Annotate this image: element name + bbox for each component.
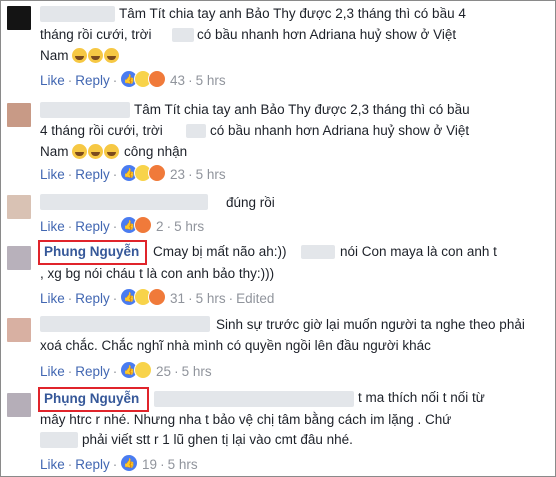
- redacted-name: [186, 124, 206, 138]
- avatar[interactable]: [7, 393, 31, 417]
- comment-text-line: mây htrc r nhé. Nhưng nha t bảo vệ chị t…: [40, 412, 452, 427]
- laughing-emoji-icon: [104, 144, 120, 159]
- comment-actions: Like · Reply · 👍 43 · 5 hrs: [40, 70, 226, 90]
- comment-text-line: 4 tháng rồi cưới, trời: [40, 123, 163, 138]
- like-button[interactable]: Like: [40, 219, 65, 234]
- like-icon: 👍: [120, 454, 139, 472]
- comment-text-line: xoá chắc. Chắc nghĩ nhà mình có quyền ng…: [40, 338, 431, 353]
- comment-actions: Like · Reply · 👍 31 · 5 hrs · Edited: [40, 288, 274, 308]
- comment-text-line: nói Con maya là con anh t: [340, 244, 497, 259]
- name-highlight-box: [38, 387, 149, 412]
- angry-icon: [148, 164, 167, 182]
- edited-label[interactable]: Edited: [236, 291, 274, 306]
- comment-actions: Like · Reply · 👍 25 · 5 hrs: [40, 361, 212, 381]
- comment-text-line: , xg bg nói cháu t là con anh bảo thy:))…: [40, 266, 275, 281]
- redacted-name: [40, 432, 78, 448]
- timestamp[interactable]: 5 hrs: [174, 219, 204, 234]
- laughing-emoji-icon: [104, 48, 120, 63]
- sad-icon: [134, 361, 153, 379]
- reply-button[interactable]: Reply: [75, 167, 110, 182]
- redacted-name: [154, 391, 354, 407]
- like-button[interactable]: Like: [40, 364, 65, 379]
- timestamp[interactable]: 5 hrs: [196, 73, 226, 88]
- comment-text-line: Cmay bị mất não ah:)): [153, 244, 287, 259]
- reply-button[interactable]: Reply: [75, 364, 110, 379]
- like-button[interactable]: Like: [40, 73, 65, 88]
- comment-text-line: có bầu nhanh hơn Adriana huỷ show ở Việt: [210, 123, 470, 138]
- comment-actions: Like · Reply · 👍 2 · 5 hrs: [40, 216, 204, 236]
- angry-icon: [134, 216, 153, 234]
- avatar[interactable]: [7, 195, 31, 219]
- laughing-emoji-icon: [72, 48, 88, 63]
- comment-text-line: công nhận: [124, 144, 188, 159]
- comment-text-line: Nam: [40, 48, 69, 63]
- reaction-count[interactable]: 25: [156, 364, 171, 379]
- reaction-count[interactable]: 19: [142, 457, 157, 472]
- comment-text-line: t ma thích nối t nối từ: [358, 390, 485, 405]
- redacted-name: [40, 6, 115, 22]
- reaction-count[interactable]: 43: [170, 73, 185, 88]
- reaction-count[interactable]: 23: [170, 167, 185, 182]
- like-button[interactable]: Like: [40, 167, 65, 182]
- name-highlight-box: [38, 240, 147, 265]
- reaction-icons[interactable]: 👍: [120, 216, 153, 234]
- comment-text-line: phải viết stt r 1 lũ ghen tị lại vào cmt…: [82, 432, 353, 447]
- angry-icon: [148, 70, 167, 88]
- comment-actions: Like · Reply · 👍 19 · 5 hrs: [40, 454, 198, 474]
- redacted-name: [40, 316, 210, 332]
- reaction-icons[interactable]: 👍: [120, 454, 139, 472]
- reply-button[interactable]: Reply: [75, 73, 110, 88]
- timestamp[interactable]: 5 hrs: [182, 364, 212, 379]
- timestamp[interactable]: 5 hrs: [196, 167, 226, 182]
- comment-text-line: Sinh sự trước giờ lại muốn người ta nghe…: [216, 317, 525, 332]
- comment-text-tail: Nam công nhận: [40, 143, 187, 161]
- reaction-count[interactable]: 2: [156, 219, 164, 234]
- laughing-emoji-icon: [72, 144, 88, 159]
- avatar[interactable]: [7, 103, 31, 127]
- redacted-name: [40, 194, 208, 210]
- reaction-count[interactable]: 31: [170, 291, 185, 306]
- angry-icon: [148, 288, 167, 306]
- reaction-icons[interactable]: 👍: [120, 70, 167, 88]
- redacted-name: [40, 102, 130, 118]
- reaction-icons[interactable]: 👍: [120, 164, 167, 182]
- like-button[interactable]: Like: [40, 457, 65, 472]
- comment-text-line: có bầu nhanh hơn Adriana huỷ show ở Việt: [197, 27, 457, 42]
- laughing-emoji-icon: [88, 48, 104, 63]
- comment-text-line: Nam: [40, 144, 69, 159]
- redacted-name: [172, 28, 194, 42]
- comment-text-line: tháng rồi cưới, trời: [40, 27, 152, 42]
- like-button[interactable]: Like: [40, 291, 65, 306]
- reaction-icons[interactable]: 👍: [120, 288, 167, 306]
- comment-actions: Like · Reply · 👍 23 · 5 hrs: [40, 164, 226, 184]
- reply-button[interactable]: Reply: [75, 457, 110, 472]
- reply-button[interactable]: Reply: [75, 219, 110, 234]
- avatar[interactable]: [7, 318, 31, 342]
- reply-button[interactable]: Reply: [75, 291, 110, 306]
- comment-text-tail: Nam: [40, 47, 120, 65]
- avatar[interactable]: [7, 246, 31, 270]
- avatar[interactable]: [7, 6, 31, 30]
- comment-text-line: Tâm Tít chia tay anh Bảo Thy được 2,3 th…: [119, 6, 466, 21]
- reaction-icons[interactable]: 👍: [120, 361, 153, 379]
- timestamp[interactable]: 5 hrs: [196, 291, 226, 306]
- redacted-name: [301, 245, 335, 259]
- laughing-emoji-icon: [88, 144, 104, 159]
- comment-text-line: Tâm Tít chia tay anh Bảo Thy được 2,3 th…: [134, 102, 470, 117]
- timestamp[interactable]: 5 hrs: [168, 457, 198, 472]
- comment-text-line: đúng rồi: [226, 195, 275, 210]
